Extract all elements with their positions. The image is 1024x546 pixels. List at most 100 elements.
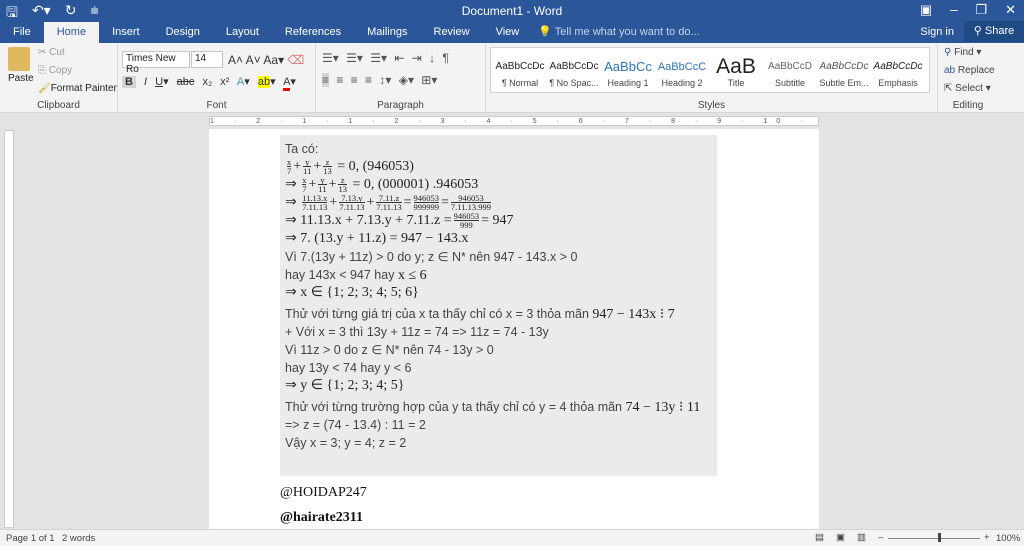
paragraph-group: ☰▾ ☰▾ ☰▾ ⇤ ⇥ ↓ ¶ ≡ ≡ ≡ ≡ ↕▾ ◈▾ ⊞▾ Paragr… [316,43,486,113]
find-button[interactable]: ⚲ Find ▾ [944,47,981,58]
editing-label: Editing [952,100,984,111]
style-preview: AaBbCcDc [549,61,599,72]
change-case-button[interactable]: Aa [263,53,278,67]
restore-icon[interactable]: ❐ [975,2,987,18]
tell-me-placeholder: Tell me what you want to do... [554,26,700,38]
find-label: Find [954,47,974,58]
alignment-buttons[interactable]: ≡ ≡ ≡ ≡ ↕▾ ◈▾ ⊞▾ [322,73,437,87]
ribbon: Paste ✂ Cut ⎘ Copy 🖌Format Painter Clipb… [0,43,1024,113]
tab-review[interactable]: Review [421,22,483,43]
style-no-spacing[interactable]: AaBbCcDc ¶ No Spac... [545,56,603,88]
text-line: hay 143x < 947 hay [285,268,395,282]
ruler-ticks: 1 · 2 · 1 · 1 · 2 · 3 · 4 · 5 · 6 · 7 · … [209,116,819,126]
text-line: Vậy x = 3; y = 4; z = 2 [285,436,407,450]
style-name: Title [727,78,745,88]
style-title[interactable]: AaB Title [707,56,765,88]
clear-format-icon[interactable]: ⌫ [287,53,304,67]
equation-line: ⇒ 11.13.x 7.11.13 +7.13.y 7.11.13 +7.11.z 7.1… [285,193,491,213]
minimize-icon[interactable]: – [950,2,957,18]
signature-line-bold: @hairate2311 [280,510,364,525]
sign-in-link[interactable]: Sign in [920,26,954,38]
signature-line: @HOIDAP247 [280,485,367,500]
tab-insert[interactable]: Insert [99,22,153,43]
equation-text: 74 − 13y ⁝ 11 [625,400,701,415]
word-count[interactable]: 2 words [62,533,95,544]
zoom-slider[interactable] [888,538,980,539]
paste-button[interactable]: Paste [8,73,34,84]
zoom-level[interactable]: 100% [996,533,1020,544]
style-subtle-emphasis[interactable]: AaBbCcDc Subtle Em... [815,56,873,88]
editing-group: ⚲ Find ▾ ab Replace ⇱ Select ▾ Editing [938,43,998,113]
document-page[interactable]: Ta có: x 7 + y 11 + z 13 = 0, (946053) ⇒ x 7 + y 11… [209,129,819,529]
zoom-out-icon[interactable]: – [878,532,883,543]
horizontal-ruler[interactable]: 1 · 2 · 1 · 1 · 2 · 3 · 4 · 5 · 6 · 7 · … [0,113,1024,129]
equation-line: ⇒ 11.13.x + 7.13.y + 7.11.z = 946053 999 = … [285,211,514,231]
replace-button[interactable]: ab Replace [944,65,995,76]
equation-line: ⇒ 7. (13.y + 11.z) = 947 − 143.x [285,231,469,246]
style-name: Emphasis [878,78,918,88]
style-subtitle[interactable]: AaBbCcD Subtitle [761,56,819,88]
style-name: ¶ Normal [501,78,539,88]
tab-view[interactable]: View [483,22,533,43]
select-button[interactable]: ⇱ Select ▾ [944,83,991,94]
text-line: + Với x = 3 thì 13y + 11z = 74 => 11z = … [285,325,549,339]
equation-text: 947 − 143x ⁝ 7 [592,307,675,322]
view-buttons[interactable]: ▤▣▥ [815,532,878,543]
style-name: ¶ No Spac... [549,78,599,88]
style-name: Subtle Em... [819,78,869,88]
style-heading-2[interactable]: AaBbCcC Heading 2 [653,56,711,88]
page-count[interactable]: Page 1 of 1 [6,533,55,544]
cut-button[interactable]: ✂ Cut [38,47,65,58]
style-name: Subtitle [774,78,806,88]
status-bar: Page 1 of 1 2 words ▤▣▥ – + 100% [0,529,1024,546]
font-size-select[interactable]: 14 [191,51,223,68]
style-normal[interactable]: AaBbCcDc ¶ Normal [491,56,549,88]
clipboard-group: Paste ✂ Cut ⎘ Copy 🖌Format Painter Clipb… [0,43,118,113]
tab-references[interactable]: References [272,22,354,43]
style-heading-1[interactable]: AaBbCc Heading 1 [599,56,657,88]
vertical-ruler[interactable] [4,130,14,528]
zoom-slider-thumb[interactable] [938,533,941,542]
text-line: Thử với từng trường hợp của y ta thấy ch… [285,400,623,414]
zoom-in-icon[interactable]: + [984,532,990,543]
search-icon: ⚲ [944,47,952,58]
tab-mailings[interactable]: Mailings [354,22,420,43]
close-icon[interactable]: ✕ [1005,2,1016,18]
copy-icon: ⎘ [38,65,46,76]
cursor-icon: ⇱ [944,83,953,94]
list-buttons[interactable]: ☰▾ ☰▾ ☰▾ ⇤ ⇥ ↓ ¶ [322,51,449,65]
tab-home[interactable]: Home [43,22,100,43]
equation-text: = 0, (946053) [337,159,414,174]
tab-layout[interactable]: Layout [213,22,272,43]
style-preview: AaBbCcC [657,61,707,73]
style-preview: AaBbCcDc [495,61,545,72]
title-bar: 🖫 ↶▾ ↻ ⩧ Document1 - Word ▣ – ❐ ✕ [0,0,1024,21]
tab-file[interactable]: File [0,22,44,43]
copy-button[interactable]: ⎘ Copy [38,65,72,76]
ribbon-display-icon[interactable]: ▣ [920,2,932,18]
brush-icon: 🖌 [38,83,51,94]
tab-design[interactable]: Design [153,22,213,43]
copy-label: Copy [48,65,73,76]
text-line: hay 13y < 74 hay y < 6 [285,361,412,375]
equation-text: ⇒ 11.13.x + 7.13.y + 7.11.z = [285,213,452,228]
equation-text: x ≤ 6 [397,268,427,283]
window-title: Document1 - Word [461,4,563,18]
text-line: Ta có: [285,142,319,156]
font-size-buttons[interactable]: A˄ A˅ Aa▾ ⌫ [228,53,304,67]
person-icon: ⚲ [973,25,982,37]
format-painter-button[interactable]: 🖌Format Painter [38,83,117,94]
ribbon-tabs: File Home Insert Design Layout Reference… [0,21,1024,43]
styles-group: AaBbCcDc ¶ Normal AaBbCcDc ¶ No Spac... Aa… [486,43,938,113]
share-label: Share [984,25,1015,37]
scissors-icon: ✂ [38,47,47,58]
share-button[interactable]: ⚲ Share [964,21,1024,42]
style-emphasis[interactable]: AaBbCcDc Emphasis [869,56,927,88]
font-name-select[interactable]: Times New Ro [122,51,190,75]
style-preview: AaB [716,56,756,78]
style-preview: AaBbCcD [768,61,812,72]
font-format-buttons[interactable]: B I U▾ abc x₂ x² A▾ ab▾ A▾ [122,75,296,91]
style-preview: AaBbCc [604,59,652,74]
tell-me-input[interactable]: 💡 Tell me what you want to do... [538,22,699,43]
paste-icon [8,47,30,71]
